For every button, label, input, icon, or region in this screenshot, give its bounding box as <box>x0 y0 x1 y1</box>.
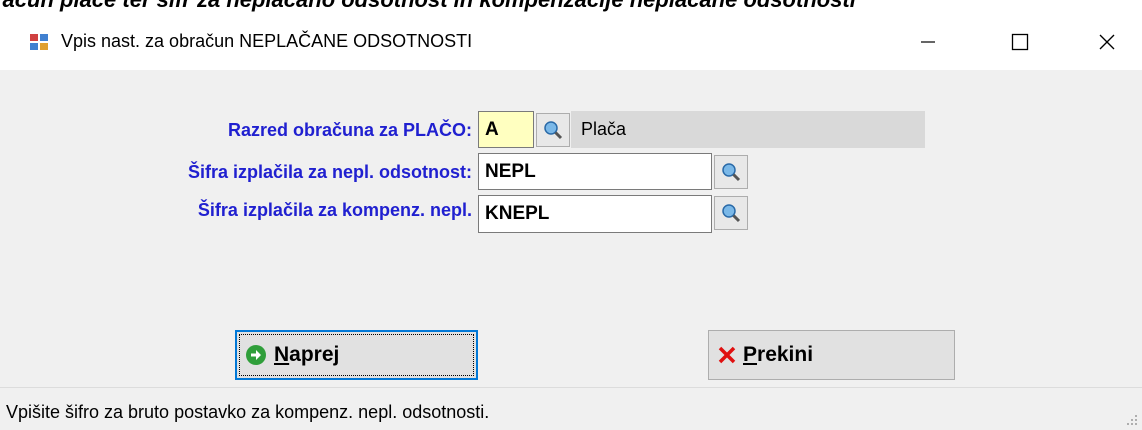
arrow-right-icon <box>246 345 266 365</box>
red-x-icon <box>718 346 736 364</box>
razred-lookup-button[interactable] <box>536 113 570 147</box>
naprej-button[interactable]: Naprej <box>235 330 478 380</box>
document-text-strip: račun plače ter šifr za neplačano odsotn… <box>0 0 1142 14</box>
minimize-button[interactable] <box>893 14 963 70</box>
prekini-label: Prekini <box>743 343 814 366</box>
status-text: Vpišite šifro za bruto postavko za kompe… <box>6 402 490 422</box>
magnifier-icon <box>722 204 741 223</box>
prekini-button[interactable]: Prekini <box>708 330 955 380</box>
knepl-lookup-button[interactable] <box>714 196 748 230</box>
nepl-lookup-button[interactable] <box>714 155 748 189</box>
razred-input[interactable]: A <box>478 111 534 148</box>
dialog-window: Vpis nast. za obračun NEPLAČANE ODSOTNOS… <box>0 14 1142 430</box>
nepl-input[interactable]: NEPL <box>478 153 712 190</box>
razred-description: Plača <box>571 111 925 148</box>
nepl-label: Šifra izplačila za nepl. odsotnost: <box>187 162 472 182</box>
knepl-label: Šifra izplačila za kompenz. nepl. <box>197 200 472 220</box>
resize-grip-icon[interactable] <box>1126 414 1138 426</box>
razred-label: Razred obračuna za PLAČO: <box>227 120 472 140</box>
minimize-icon <box>921 41 935 43</box>
close-button[interactable] <box>1072 14 1142 70</box>
maximize-icon <box>1011 33 1029 51</box>
title-bar: Vpis nast. za obračun NEPLAČANE ODSOTNOS… <box>0 14 1142 70</box>
window-title: Vpis nast. za obračun NEPLAČANE ODSOTNOS… <box>61 31 473 51</box>
close-icon <box>1099 34 1115 50</box>
app-window-icon <box>30 34 48 50</box>
document-text: račun plače ter šifr za neplačano odsotn… <box>0 0 856 13</box>
naprej-label: Naprej <box>274 343 340 366</box>
maximize-button[interactable] <box>985 14 1055 70</box>
status-bar: Vpišite šifro za bruto postavko za kompe… <box>0 387 1142 430</box>
magnifier-icon <box>544 121 563 140</box>
knepl-input[interactable]: KNEPL <box>478 195 712 233</box>
magnifier-icon <box>722 163 741 182</box>
